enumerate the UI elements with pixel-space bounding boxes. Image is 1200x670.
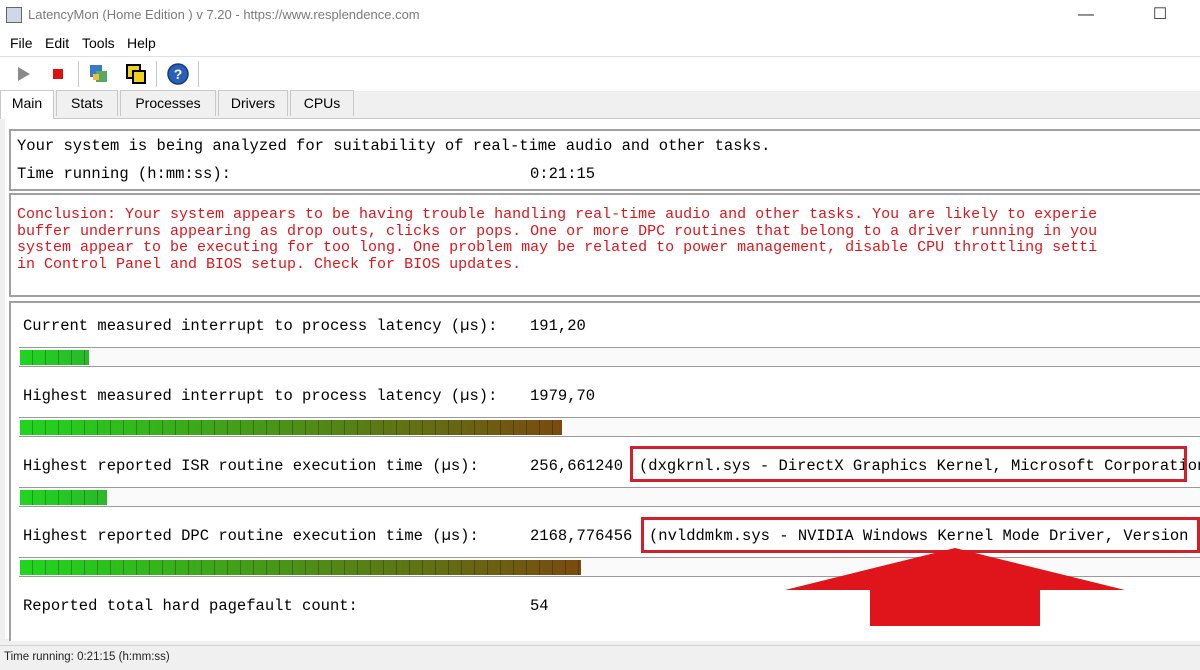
tab-main[interactable]: Main (0, 90, 54, 119)
metric-label: Current measured interrupt to process la… (23, 317, 498, 335)
minimize-button[interactable]: — (1066, 2, 1106, 28)
app-icon (6, 7, 22, 23)
metric-value: 54 (530, 597, 549, 615)
conclusion-text: Conclusion: Your system appears to be ha… (17, 206, 1098, 273)
isr-bar-fill (20, 490, 107, 505)
metric-label: Highest reported ISR routine execution t… (23, 457, 479, 475)
dpc-bar-fill (20, 560, 581, 575)
latency-bar-track (19, 347, 1200, 367)
tools-icon[interactable] (87, 62, 111, 86)
latency-bar-fill (20, 350, 89, 365)
analysis-panel: Your system is being analyzed for suitab… (9, 129, 1200, 191)
menu-help[interactable]: Help (127, 35, 156, 51)
maximize-button[interactable]: ☐ (1140, 2, 1180, 28)
play-icon[interactable] (12, 62, 36, 86)
svg-text:?: ? (174, 66, 183, 82)
isr-bar-track (19, 487, 1200, 507)
analysis-text: Your system is being analyzed for suitab… (17, 137, 771, 155)
metric-value: 256,661240 (530, 457, 624, 475)
conclusion-panel: Conclusion: Your system appears to be ha… (9, 193, 1200, 297)
metric-label: Reported total hard pagefault count: (23, 597, 358, 615)
red-arrow-annotation (785, 548, 1125, 626)
tab-processes[interactable]: Processes (120, 90, 216, 116)
time-running-value: 0:21:15 (530, 165, 596, 183)
menu-file[interactable]: File (10, 35, 33, 51)
menu-edit[interactable]: Edit (45, 35, 69, 51)
copy-icon[interactable] (124, 62, 148, 86)
menu-tools[interactable]: Tools (82, 35, 115, 51)
metric-value: 1979,70 (530, 387, 596, 405)
isr-driver-highlight-box (630, 446, 1187, 482)
tab-cpus[interactable]: CPUs (290, 90, 354, 116)
toolbar-separator (156, 61, 157, 87)
stop-icon[interactable] (46, 62, 70, 86)
tab-strip: Main Stats Processes Drivers CPUs (0, 90, 1200, 119)
toolbar: ? (0, 56, 1200, 91)
metric-value: 2168,776456 (530, 527, 633, 545)
tab-stats[interactable]: Stats (56, 90, 118, 116)
toolbar-separator (198, 61, 199, 87)
status-text: Time running: 0:21:15 (h:mm:ss) (4, 651, 170, 663)
latency-bar-fill (20, 420, 562, 435)
help-icon[interactable]: ? (166, 62, 190, 86)
title-bar: LatencyMon (Home Edition ) v 7.20 - http… (0, 0, 1200, 30)
latency-bar-track (19, 417, 1200, 437)
status-bar: Time running: 0:21:15 (h:mm:ss) (0, 645, 1200, 670)
metric-label: Highest reported DPC routine execution t… (23, 527, 479, 545)
menu-bar: File Edit Tools Help (0, 30, 1200, 56)
toolbar-separator (78, 61, 79, 87)
tab-drivers[interactable]: Drivers (218, 90, 288, 116)
time-running-label: Time running (h:mm:ss): (17, 165, 231, 183)
metric-label: Highest measured interrupt to process la… (23, 387, 498, 405)
metric-value: 191,20 (530, 317, 586, 335)
window-title: LatencyMon (Home Edition ) v 7.20 - http… (28, 7, 420, 22)
